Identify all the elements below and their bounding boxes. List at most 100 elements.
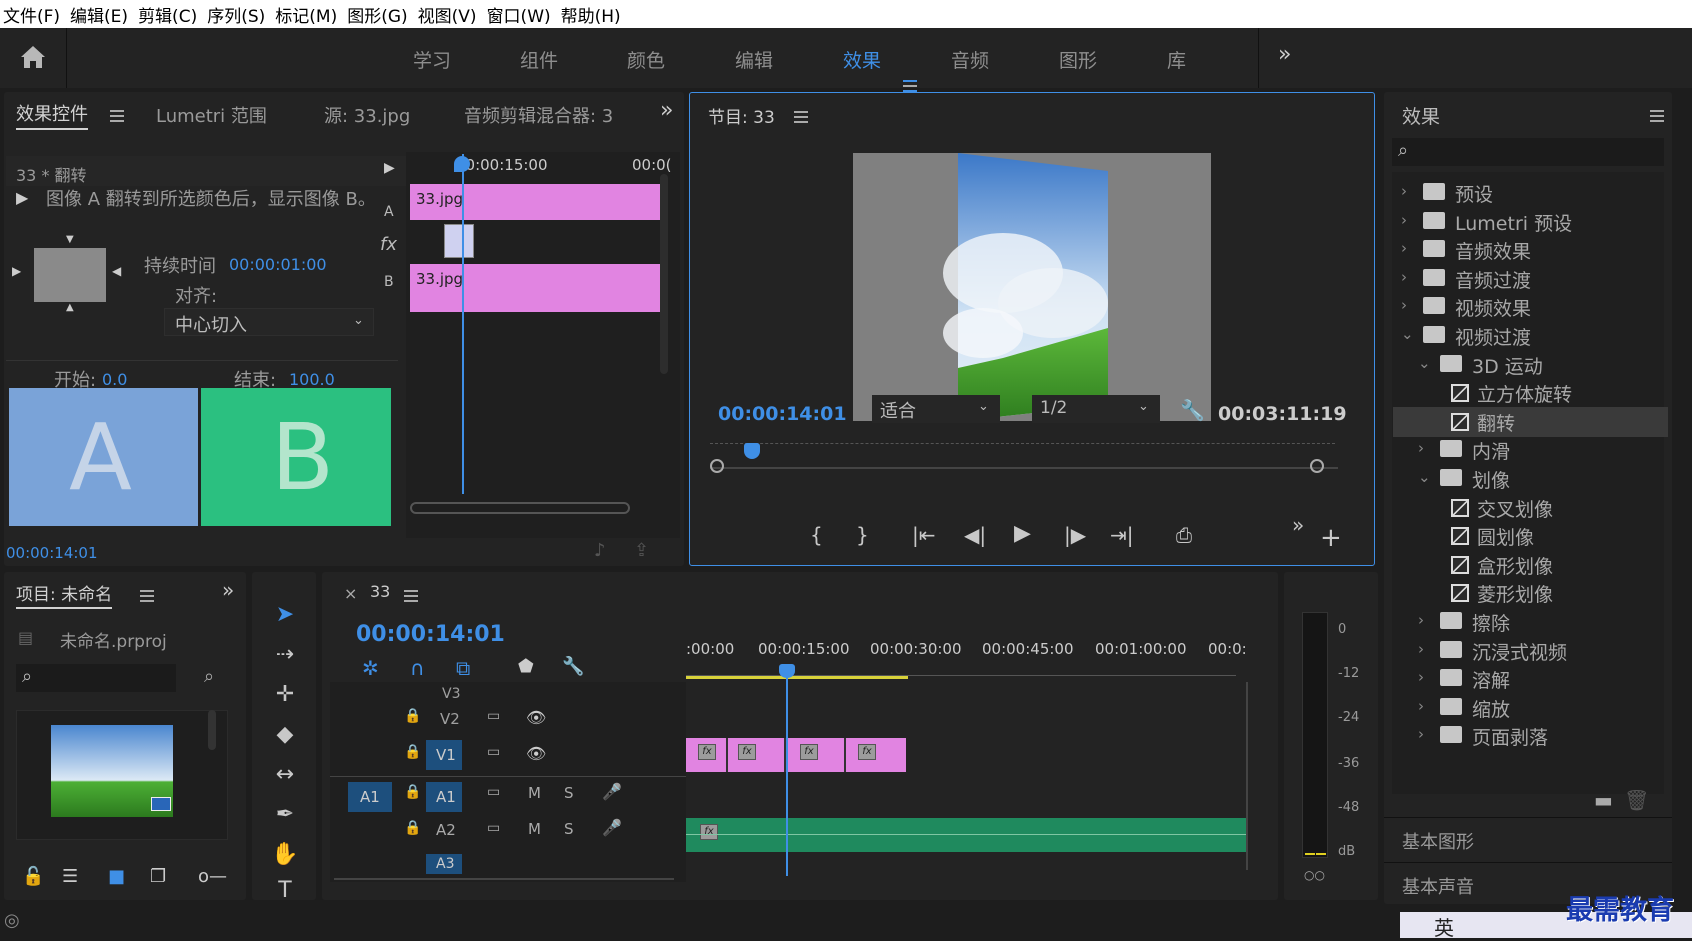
go-to-in-icon[interactable]: |⇤	[912, 523, 936, 547]
track-a1-target[interactable]: A1	[426, 782, 462, 812]
step-forward-icon[interactable]: |▶	[1064, 523, 1086, 547]
chevron-right-icon[interactable]: ›	[1418, 439, 1424, 457]
chevron-right-icon[interactable]: ›	[1418, 668, 1424, 686]
workspace-learn[interactable]: 学习	[413, 46, 451, 73]
duration-value[interactable]: 00:00:01:00	[229, 255, 327, 274]
mark-in-icon[interactable]: {	[810, 523, 823, 547]
lock-icon[interactable]: 🔒	[404, 708, 421, 724]
track-v1-target[interactable]: V1	[426, 740, 462, 770]
mini-playhead[interactable]	[462, 154, 464, 494]
essential-graphics-section[interactable]: 基本图形	[1384, 817, 1672, 857]
solo-button[interactable]: S	[564, 820, 574, 838]
nest-icon[interactable]: ✲	[362, 656, 379, 680]
timeline-settings-icon[interactable]: 🔧	[562, 656, 584, 677]
mute-button[interactable]: M	[528, 820, 541, 838]
chevron-right-icon[interactable]: ›	[1401, 239, 1407, 257]
effects-tree-item[interactable]: 翻转	[1393, 406, 1668, 437]
chevron-right-icon[interactable]: ›	[1401, 296, 1407, 314]
eye-icon[interactable]: 👁	[526, 744, 546, 763]
menu-graphics[interactable]: 图形(G)	[344, 2, 414, 27]
effects-tree-item[interactable]: › 内滑	[1393, 435, 1668, 465]
effects-tree-item[interactable]: 盒形划像	[1393, 550, 1668, 580]
workspace-editing[interactable]: 编辑	[735, 46, 773, 73]
eye-icon[interactable]: 👁	[526, 708, 546, 727]
effects-tree-item[interactable]: › 视频效果	[1393, 292, 1668, 322]
effects-tree-item[interactable]: › 音频过渡	[1393, 264, 1668, 294]
tab-source[interactable]: 源: 33.jpg	[324, 102, 410, 128]
effects-tree-item[interactable]: › 擦除	[1393, 607, 1668, 637]
track-select-tool-icon[interactable]: ⇢	[268, 642, 302, 676]
export-frame-icon[interactable]: ⎙	[1176, 523, 1192, 547]
tab-lumetri-scopes[interactable]: Lumetri 范围	[156, 102, 267, 128]
sync-lock-icon[interactable]: ▭	[487, 784, 500, 800]
mute-button[interactable]: M	[528, 784, 541, 802]
start-value[interactable]: 0.0	[102, 370, 127, 389]
new-folder-icon[interactable]: ▬	[1594, 788, 1613, 812]
mini-zoom-bar[interactable]	[410, 502, 630, 514]
audio-icon[interactable]: ♪	[594, 540, 606, 561]
track-a1-source[interactable]: A1	[348, 782, 392, 812]
timeline-playhead[interactable]	[786, 666, 788, 876]
effects-tree-item[interactable]: › 页面剥落	[1393, 721, 1668, 751]
timeline-horizontal-scroll[interactable]	[334, 878, 674, 890]
mini-scrollbar[interactable]	[660, 174, 668, 374]
program-menu-icon[interactable]	[794, 111, 808, 123]
mark-out-icon[interactable]: }	[856, 523, 869, 547]
lock-icon[interactable]: 🔒	[404, 820, 421, 836]
icon-view-icon[interactable]: ■	[108, 866, 125, 887]
effects-tree-item[interactable]: 圆划像	[1393, 521, 1668, 551]
effects-tree-item[interactable]: › 缩放	[1393, 693, 1668, 723]
timeline-menu-icon[interactable]	[404, 590, 418, 602]
chevron-right-icon[interactable]: ›	[1418, 697, 1424, 715]
chevron-right-icon[interactable]: ›	[1401, 182, 1407, 200]
effects-tree-item[interactable]: › 溶解	[1393, 664, 1668, 694]
effects-tree-item[interactable]: 交叉划像	[1393, 493, 1668, 523]
workspace-assembly[interactable]: 组件	[520, 46, 558, 73]
arrow-up-icon[interactable]: ▲	[66, 302, 74, 313]
audio-clip-track-a2[interactable]	[686, 818, 1246, 852]
quality-dropdown[interactable]: 1/2 ⌄	[1032, 395, 1160, 423]
timeline-playhead-handle[interactable]	[779, 664, 795, 678]
zoom-handle-left[interactable]	[710, 459, 724, 473]
freeform-view-icon[interactable]: ❐	[150, 866, 166, 887]
more-workspaces-icon[interactable]: »	[1278, 42, 1291, 67]
sync-lock-icon[interactable]: ▭	[487, 820, 500, 836]
tab-audio-clip-mixer[interactable]: 音频剪辑混合器: 3	[464, 102, 624, 128]
workspace-graphics[interactable]: 图形	[1059, 46, 1097, 73]
hand-tool-icon[interactable]: ✋	[268, 842, 302, 876]
ime-language[interactable]: 英	[1434, 912, 1454, 941]
menu-sequence[interactable]: 序列(S)	[204, 2, 272, 27]
chevron-right-icon[interactable]: ›	[1401, 268, 1407, 286]
add-button-icon[interactable]: +	[1320, 523, 1342, 553]
preview-b-block[interactable]: B	[201, 388, 391, 526]
selection-tool-icon[interactable]: ➤	[268, 602, 302, 636]
menu-marker[interactable]: 标记(M)	[272, 2, 344, 27]
more-tabs-icon[interactable]: »	[222, 578, 234, 602]
project-search-input[interactable]: ⌕	[16, 664, 176, 692]
arrow-right-icon[interactable]: ◀	[112, 264, 121, 278]
effects-tree-item[interactable]: › Lumetri 预设	[1393, 207, 1668, 237]
project-menu-icon[interactable]	[140, 590, 154, 602]
timeline-vertical-scroll[interactable]	[1246, 682, 1248, 870]
sync-lock-icon[interactable]: ▭	[487, 708, 500, 724]
program-current-timecode[interactable]: 00:00:14:01	[718, 403, 847, 425]
fit-dropdown[interactable]: 适合 ⌄	[872, 395, 1000, 423]
workspace-menu-icon[interactable]	[903, 80, 917, 92]
chevron-right-icon[interactable]: ›	[1401, 211, 1407, 229]
workspace-audio[interactable]: 音频	[951, 46, 989, 73]
menu-view[interactable]: 视图(V)	[415, 2, 484, 27]
solo-meter-icon[interactable]: ○○	[1304, 868, 1325, 882]
menu-clip[interactable]: 剪辑(C)	[135, 2, 204, 27]
tab-effect-controls[interactable]: 效果控件	[16, 100, 88, 130]
effects-tree-item[interactable]: ⌄ 划像	[1393, 464, 1668, 494]
more-controls-icon[interactable]: »	[1292, 513, 1304, 537]
pen-tool-icon[interactable]: ✒	[268, 802, 302, 836]
zoom-slider[interactable]: o—	[198, 866, 227, 887]
effects-tree-item[interactable]: › 音频效果	[1393, 235, 1668, 265]
effects-tree-item[interactable]: ⌄ 3D 运动	[1393, 350, 1668, 380]
chevron-right-icon[interactable]: ›	[1418, 640, 1424, 658]
step-back-icon[interactable]: ◀|	[964, 523, 986, 547]
program-video-frame[interactable]	[853, 153, 1211, 421]
program-playhead[interactable]	[744, 443, 760, 459]
alignment-dropdown[interactable]: 中心切入 ⌄	[164, 308, 374, 336]
